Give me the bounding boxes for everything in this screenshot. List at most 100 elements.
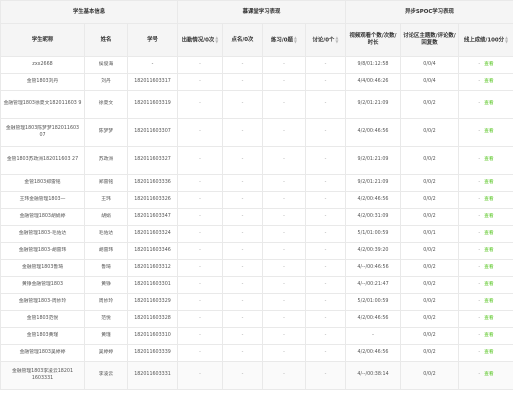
cell-student-id: 182011603346 [127, 242, 178, 260]
view-button[interactable]: 查看 [484, 248, 494, 253]
cell-exercise: - [262, 327, 306, 345]
cell-exercise: - [262, 146, 306, 175]
score-value: - [478, 349, 481, 355]
cell-nickname: 金融管理1803陈梦梦182011603 07 [0, 118, 85, 147]
sort-icon[interactable]: ▲ ▼ [215, 35, 218, 44]
table-row: 金管1803郑雷铭 郑雷铭 182011603336- - - -9/2/01:21:09… [0, 174, 513, 192]
view-button[interactable]: 查看 [484, 231, 494, 236]
column-label: 讨论区主题数/评论数/回复数 [403, 33, 456, 46]
cell-nickname: 金管1803刘丹 [0, 73, 85, 91]
cell-score: - 查看 [458, 56, 513, 74]
cell-forum: 0/0/2 [400, 293, 459, 311]
table-row: 金融管理1803-胡雷玮 胡雷玮 182011603346- - - -4/2/00:39… [0, 242, 513, 260]
view-button[interactable]: 查看 [484, 129, 494, 134]
cell-score: - 查看 [458, 361, 513, 390]
cell-exercise: - [262, 361, 306, 390]
cell-nickname: 金融管理1803-胡雷玮 [0, 242, 85, 260]
cell-exercise: - [262, 344, 306, 362]
table-row: 黄铮金融管理1803 黄铮 182011603301- - - -4/--/00:21:4… [0, 276, 513, 294]
table-row: 王玮金融管理1803— 王玮 182011603326- - - -4/2/00:46:5… [0, 191, 513, 209]
view-button[interactable]: 查看 [484, 79, 494, 84]
cell-name: 苏政洲 [84, 146, 128, 175]
cell-attendance: - [177, 174, 223, 192]
cell-name: 陈梦梦 [84, 118, 128, 147]
cell-nickname: 金融管理1803鲁琦 [0, 259, 85, 277]
column-label: 学生昵称 [31, 36, 54, 43]
cell-discussion: - [305, 73, 346, 91]
cell-name: 黄铮 [84, 276, 128, 294]
view-button[interactable]: 查看 [484, 101, 494, 106]
cell-discussion: - [305, 90, 346, 119]
view-button[interactable]: 查看 [484, 299, 494, 304]
column-header-score[interactable]: 线上成绩/100分▲ ▼ [458, 23, 513, 57]
view-button[interactable]: 查看 [484, 350, 494, 355]
cell-attendance: - [177, 146, 223, 175]
cell-video: 4/--/00:21:47 [345, 276, 401, 294]
score-value: - [478, 315, 481, 321]
cell-score: - 查看 [458, 225, 513, 243]
cell-forum: 0/0/2 [400, 90, 459, 119]
cell-forum: 0/0/2 [400, 327, 459, 345]
column-label: 讨论/0个 [312, 37, 335, 44]
column-header-attendance[interactable]: 出勤情况/0次▲ ▼ [177, 23, 223, 57]
cell-name: 鲁琦 [84, 259, 128, 277]
sort-icon[interactable]: ▲ ▼ [335, 35, 338, 44]
cell-nickname: 金融管理1803-毛佑达 [0, 225, 85, 243]
cell-score: - 查看 [458, 191, 513, 209]
score-value: - [478, 230, 481, 236]
column-header-discussion[interactable]: 讨论/0个▲ ▼ [305, 23, 346, 57]
cell-video: 9/2/01:21:09 [345, 146, 401, 175]
view-button[interactable]: 查看 [484, 333, 494, 338]
view-button[interactable]: 查看 [484, 372, 494, 377]
cell-student-id: 182011603317 [127, 73, 178, 91]
view-button[interactable]: 查看 [484, 157, 494, 162]
cell-nickname: 金管1803黄瑾 [0, 327, 85, 345]
cell-exercise: - [262, 191, 306, 209]
cell-nickname: 金融管理1803李凌云18201 1603331 [0, 361, 85, 390]
cell-student-id: 182011603324 [127, 225, 178, 243]
view-button[interactable]: 查看 [484, 282, 494, 287]
view-button[interactable]: 查看 [484, 180, 494, 185]
cell-attendance: - [177, 73, 223, 91]
cell-rollcall: - [222, 208, 263, 226]
sort-icon[interactable]: ▲ ▼ [505, 35, 508, 44]
cell-video: 5/1/01:00:59 [345, 225, 401, 243]
table-body: zxx2668 侯俊海 - - - - -9/8/01:12:58 0/0/4- 查看 金管180… [0, 56, 513, 390]
cell-forum: 0/0/2 [400, 208, 459, 226]
table-row: 金管1803苏政洲182011603 27 苏政洲 182011603327- - - -… [0, 146, 513, 175]
cell-discussion: - [305, 344, 346, 362]
cell-student-id: 182011603331 [127, 361, 178, 390]
cell-exercise: - [262, 174, 306, 192]
column-header-student-id: 学号 [127, 23, 178, 57]
cell-score: - 查看 [458, 259, 513, 277]
cell-student-id: 182011603339 [127, 344, 178, 362]
cell-student-id: 182011603310 [127, 327, 178, 345]
cell-student-id: 182011603312 [127, 259, 178, 277]
cell-nickname: 黄铮金融管理1803 [0, 276, 85, 294]
cell-score: - 查看 [458, 310, 513, 328]
cell-video: - [345, 327, 401, 345]
view-button[interactable]: 查看 [484, 62, 494, 67]
cell-video: 4/2/00:46:56 [345, 118, 401, 147]
cell-name: 郑雷铭 [84, 174, 128, 192]
cell-rollcall: - [222, 293, 263, 311]
cell-nickname: 金融管理1803-周妙玲 [0, 293, 85, 311]
view-button[interactable]: 查看 [484, 316, 494, 321]
cell-score: - 查看 [458, 118, 513, 147]
cell-forum: 0/0/2 [400, 174, 459, 192]
cell-video: 9/2/01:21:09 [345, 90, 401, 119]
cell-name: 刘丹 [84, 73, 128, 91]
cell-nickname: 金管1803郑雷铭 [0, 174, 85, 192]
cell-attendance: - [177, 90, 223, 119]
view-button[interactable]: 查看 [484, 265, 494, 270]
cell-discussion: - [305, 225, 346, 243]
cell-video: 9/8/01:12:58 [345, 56, 401, 74]
view-button[interactable]: 查看 [484, 197, 494, 202]
column-header-exercise[interactable]: 练习/0题▲ ▼ [262, 23, 306, 57]
cell-attendance: - [177, 310, 223, 328]
cell-video: 4/2/00:46:56 [345, 344, 401, 362]
view-button[interactable]: 查看 [484, 214, 494, 219]
sort-icon[interactable]: ▲ ▼ [294, 35, 297, 44]
table-row: 金管1803范悦 范悦 182011603328- - - -4/2/00:46:56 0/… [0, 310, 513, 328]
cell-exercise: - [262, 225, 306, 243]
